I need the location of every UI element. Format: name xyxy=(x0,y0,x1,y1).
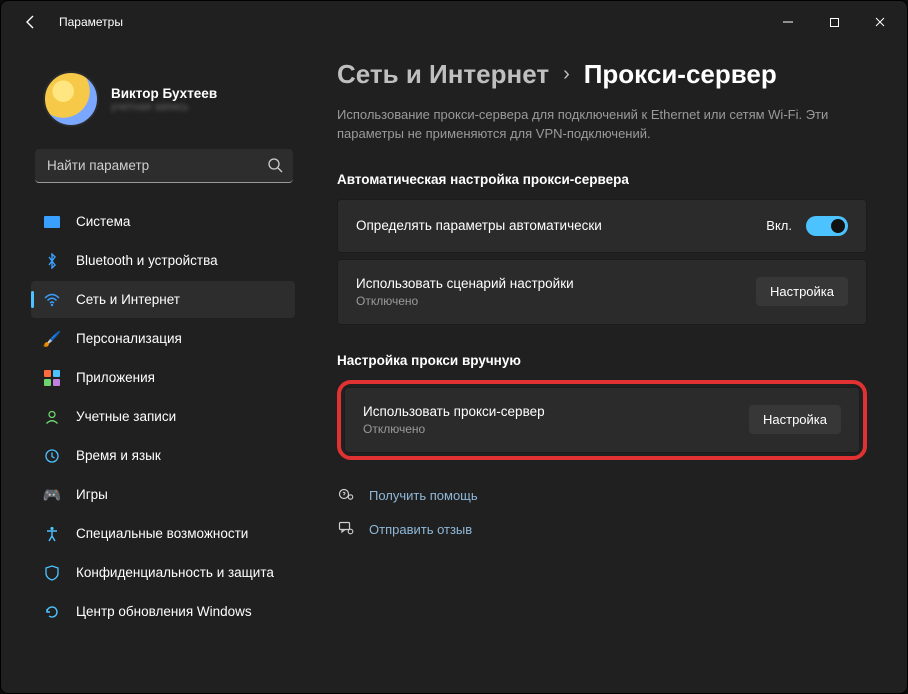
accessibility-icon xyxy=(43,525,61,543)
sidebar-item-system[interactable]: Система xyxy=(31,203,295,240)
shield-icon xyxy=(43,564,61,582)
sidebar-item-label: Конфиденциальность и защита xyxy=(76,565,274,580)
sidebar-item-label: Центр обновления Windows xyxy=(76,604,252,619)
sidebar-item-label: Игры xyxy=(76,487,108,502)
user-icon xyxy=(43,408,61,426)
avatar xyxy=(43,71,99,127)
section-manual-title: Настройка прокси вручную xyxy=(337,353,867,368)
sidebar-item-label: Приложения xyxy=(76,370,155,385)
gamepad-icon: 🎮 xyxy=(43,486,61,504)
minimize-icon xyxy=(782,16,794,28)
settings-window: Параметры Виктор Бухтеев учетная запись xyxy=(0,0,908,694)
profile-name: Виктор Бухтеев xyxy=(111,86,217,101)
clock-icon xyxy=(43,447,61,465)
chevron-right-icon: › xyxy=(563,63,570,86)
titlebar: Параметры xyxy=(1,1,907,43)
search-wrap xyxy=(35,149,293,183)
page-title: Прокси-сервер xyxy=(584,59,777,90)
sidebar-item-time[interactable]: Время и язык xyxy=(31,437,295,474)
sidebar-item-privacy[interactable]: Конфиденциальность и защита xyxy=(31,554,295,591)
sidebar-item-gaming[interactable]: 🎮 Игры xyxy=(31,476,295,513)
give-feedback-link[interactable]: Отправить отзыв xyxy=(337,520,867,540)
help-icon xyxy=(337,486,355,506)
window-title: Параметры xyxy=(59,15,123,29)
feedback-icon xyxy=(337,520,355,540)
sidebar-item-label: Сеть и Интернет xyxy=(76,292,180,307)
window-controls xyxy=(765,6,903,38)
maximize-button[interactable] xyxy=(811,6,857,38)
setup-script-button[interactable]: Настройка xyxy=(756,277,848,306)
sidebar-item-label: Специальные возможности xyxy=(76,526,248,541)
minimize-button[interactable] xyxy=(765,6,811,38)
toggle-state: Вкл. xyxy=(766,218,792,233)
brush-icon: 🖌️ xyxy=(43,330,61,348)
profile-block[interactable]: Виктор Бухтеев учетная запись xyxy=(31,71,301,127)
close-icon xyxy=(874,16,886,28)
card-label: Определять параметры автоматически xyxy=(356,218,602,233)
sidebar-item-accounts[interactable]: Учетные записи xyxy=(31,398,295,435)
section-auto-title: Автоматическая настройка прокси-сервера xyxy=(337,172,867,187)
card-setup-script: Использовать сценарий настройки Отключен… xyxy=(337,259,867,325)
sidebar-item-apps[interactable]: Приложения xyxy=(31,359,295,396)
arrow-left-icon xyxy=(23,14,39,30)
card-autodetect: Определять параметры автоматически Вкл. xyxy=(337,199,867,253)
search-icon xyxy=(267,157,283,178)
card-label: Использовать прокси-сервер xyxy=(363,404,545,419)
monitor-icon xyxy=(43,213,61,231)
sidebar: Виктор Бухтеев учетная запись Система xyxy=(31,43,301,630)
link-label: Отправить отзыв xyxy=(369,522,472,537)
sidebar-item-label: Время и язык xyxy=(76,448,161,463)
card-sub: Отключено xyxy=(356,294,574,308)
link-label: Получить помощь xyxy=(369,488,478,503)
card-label: Использовать сценарий настройки xyxy=(356,276,574,291)
back-button[interactable] xyxy=(17,8,45,36)
footer-links: Получить помощь Отправить отзыв xyxy=(337,486,867,540)
proxy-setup-button[interactable]: Настройка xyxy=(749,405,841,434)
update-icon xyxy=(43,603,61,621)
sidebar-item-personalization[interactable]: 🖌️ Персонализация xyxy=(31,320,295,357)
sidebar-item-update[interactable]: Центр обновления Windows xyxy=(31,593,295,630)
page-description: Использование прокси-сервера для подключ… xyxy=(337,106,857,144)
main-content: Сеть и Интернет › Прокси-сервер Использо… xyxy=(301,43,907,630)
breadcrumb-parent[interactable]: Сеть и Интернет xyxy=(337,59,549,90)
sidebar-item-accessibility[interactable]: Специальные возможности xyxy=(31,515,295,552)
get-help-link[interactable]: Получить помощь xyxy=(337,486,867,506)
autodetect-toggle[interactable] xyxy=(806,216,848,236)
search-input[interactable] xyxy=(35,149,293,183)
close-button[interactable] xyxy=(857,6,903,38)
sidebar-item-label: Учетные записи xyxy=(76,409,176,424)
apps-icon xyxy=(43,369,61,387)
sidebar-item-label: Система xyxy=(76,214,130,229)
maximize-icon xyxy=(829,17,840,28)
bluetooth-icon xyxy=(43,252,61,270)
card-sub: Отключено xyxy=(363,422,545,436)
profile-sub: учетная запись xyxy=(111,101,217,113)
sidebar-item-bluetooth[interactable]: Bluetooth и устройства xyxy=(31,242,295,279)
wifi-icon xyxy=(43,291,61,309)
annotation-highlight: Использовать прокси-сервер Отключено Нас… xyxy=(337,380,867,460)
breadcrumb: Сеть и Интернет › Прокси-сервер xyxy=(337,59,867,90)
sidebar-item-label: Персонализация xyxy=(76,331,182,346)
sidebar-item-label: Bluetooth и устройства xyxy=(76,253,218,268)
nav: Система Bluetooth и устройства Сеть и Ин… xyxy=(31,203,301,630)
card-proxy-server: Использовать прокси-сервер Отключено Нас… xyxy=(344,387,860,453)
sidebar-item-network[interactable]: Сеть и Интернет xyxy=(31,281,295,318)
